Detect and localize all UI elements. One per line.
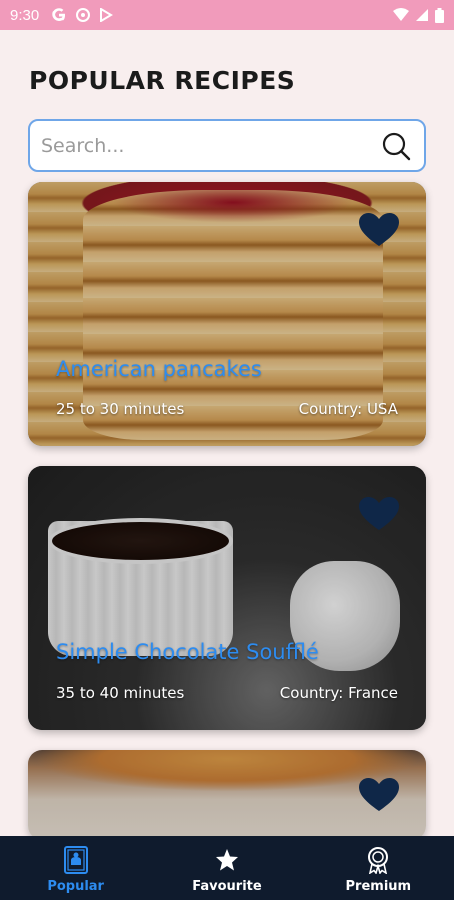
search-icon[interactable] (380, 130, 412, 162)
star-icon (213, 846, 241, 874)
recipe-book-icon (62, 846, 90, 874)
location-icon (75, 7, 91, 23)
recipe-card[interactable] (28, 750, 426, 840)
status-time: 9:30 (10, 6, 40, 24)
cellular-icon (415, 8, 429, 22)
recipe-card[interactable]: Simple Chocolate Soufflé 35 to 40 minute… (28, 466, 426, 730)
recipe-title: Simple Chocolate Soufflé (56, 640, 319, 664)
recipe-title: American pancakes (56, 357, 262, 381)
nav-label-popular: Popular (47, 879, 104, 894)
premium-badge-icon (364, 846, 392, 874)
battery-icon (435, 7, 444, 23)
recipe-meta: 25 to 30 minutes Country: USA (56, 400, 398, 418)
recipe-country: Country: France (279, 684, 398, 702)
status-icons-left (51, 7, 114, 23)
heart-icon[interactable] (359, 497, 399, 531)
status-bar: 9:30 (0, 0, 454, 30)
nav-label-favourite: Favourite (192, 879, 262, 894)
status-icons-right (393, 7, 444, 23)
recipe-country: Country: USA (298, 400, 398, 418)
bottom-navigation: Popular Favourite Premium (0, 836, 454, 900)
recipe-time: 25 to 30 minutes (56, 400, 185, 418)
heart-icon[interactable] (359, 213, 399, 247)
recipe-card[interactable]: American pancakes 25 to 30 minutes Count… (28, 182, 426, 446)
heart-icon[interactable] (359, 778, 399, 812)
search-bar[interactable] (28, 119, 426, 172)
nav-item-premium[interactable]: Premium (303, 836, 454, 900)
page-title: POPULAR RECIPES (29, 66, 296, 95)
nav-item-favourite[interactable]: Favourite (151, 836, 302, 900)
google-icon (51, 7, 67, 23)
recipe-meta: 35 to 40 minutes Country: France (56, 684, 398, 702)
wifi-icon (393, 8, 409, 22)
play-store-icon (99, 8, 114, 22)
nav-item-popular[interactable]: Popular (0, 836, 151, 900)
recipe-time: 35 to 40 minutes (56, 684, 185, 702)
nav-label-premium: Premium (345, 879, 412, 894)
search-input[interactable] (41, 134, 380, 157)
